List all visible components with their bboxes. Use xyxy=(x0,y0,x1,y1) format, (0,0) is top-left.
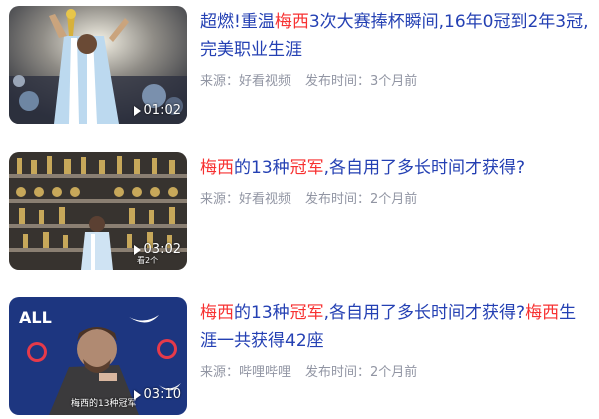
duration-text: 03:10 xyxy=(143,387,181,402)
publish-time-label: 发布时间：3个月前 xyxy=(305,74,418,89)
video-title-link[interactable]: 梅西的13种冠军,各自用了多长时间才获得? xyxy=(200,154,590,182)
svg-text:ALL: ALL xyxy=(19,308,52,327)
video-title-link[interactable]: 超燃!重温梅西3次大赛捧杯瞬间,16年0冠到2年3冠,完美职业生涯 xyxy=(200,8,590,64)
video-results-list: 01:02 超燃!重温梅西3次大赛捧杯瞬间,16年0冠到2年3冠,完美职业生涯 … xyxy=(0,0,599,419)
title-highlight: 梅西 xyxy=(274,12,309,32)
video-duration: 03:02 xyxy=(133,242,181,258)
title-text: ,各自用了多长时间才获得? xyxy=(323,303,526,323)
duration-text: 01:02 xyxy=(143,103,181,118)
video-result-item[interactable]: ALL 梅西的13种冠军 03:10 梅西的13种冠军,各自用了多长时间才获得?… xyxy=(9,297,594,417)
video-thumbnail[interactable]: 看2个 03:02 xyxy=(9,152,187,270)
title-text: 的13种 xyxy=(234,303,290,323)
video-result-item[interactable]: 01:02 超燃!重温梅西3次大赛捧杯瞬间,16年0冠到2年3冠,完美职业生涯 … xyxy=(9,6,594,126)
title-highlight: 冠军 xyxy=(289,158,324,178)
title-text: 的13种 xyxy=(234,158,290,178)
thumbnail-caption: 梅西的13种冠军 xyxy=(71,399,137,409)
title-highlight: 梅西 xyxy=(525,303,560,323)
video-thumbnail[interactable]: 01:02 xyxy=(9,6,187,124)
duration-text: 03:02 xyxy=(143,242,181,257)
video-duration: 01:02 xyxy=(133,103,181,119)
source-label: 来源：好看视频 xyxy=(200,192,292,207)
title-text: 超燃!重温 xyxy=(200,12,275,32)
video-duration: 03:10 xyxy=(133,387,181,403)
title-highlight: 冠军 xyxy=(289,303,324,323)
video-meta: 来源：哔哩哔哩 发布时间：2个月前 xyxy=(200,361,417,380)
play-icon xyxy=(133,390,141,400)
title-text: ,各自用了多长时间才获得? xyxy=(323,158,526,178)
video-result-item[interactable]: 看2个 03:02 梅西的13种冠军,各自用了多长时间才获得? 来源：好看视频发… xyxy=(9,152,594,272)
source-label: 来源：好看视频 xyxy=(200,74,292,89)
play-icon xyxy=(133,245,141,255)
title-highlight: 梅西 xyxy=(200,303,234,323)
video-thumbnail[interactable]: ALL 梅西的13种冠军 03:10 xyxy=(9,297,187,415)
video-title-link[interactable]: 梅西的13种冠军,各自用了多长时间才获得?梅西生涯一共获得42座 xyxy=(200,299,590,355)
publish-time-label: 发布时间：2个月前 xyxy=(305,365,418,380)
video-meta: 来源：好看视频 发布时间：3个月前 xyxy=(200,70,417,89)
source-label: 来源：哔哩哔哩 xyxy=(200,365,292,380)
title-highlight: 梅西 xyxy=(200,158,234,178)
publish-time-label: 发布时间：2个月前 xyxy=(305,192,418,207)
video-meta: 来源：好看视频 发布时间：2个月前 xyxy=(200,188,417,207)
play-icon xyxy=(133,106,141,116)
